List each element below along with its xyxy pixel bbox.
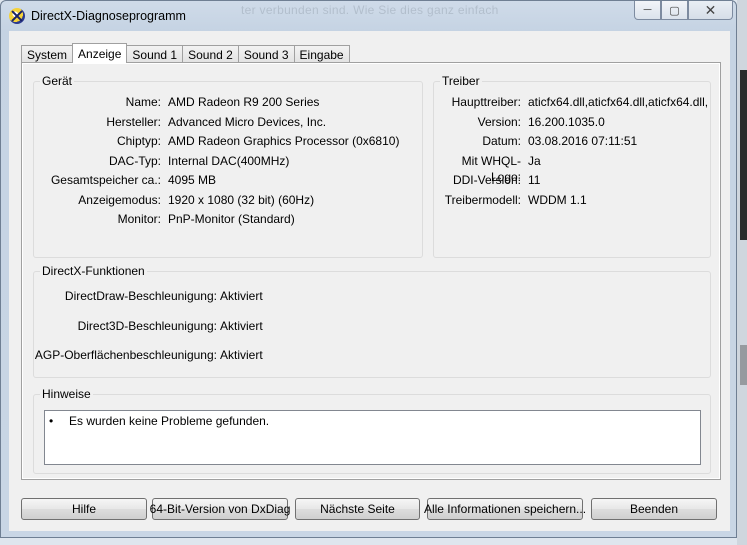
device-label: Name: bbox=[125, 95, 161, 109]
tab-label: Sound 2 bbox=[188, 47, 233, 62]
tab-sound-3[interactable]: Sound 3 bbox=[237, 45, 295, 63]
device-value: Internal DAC(400MHz) bbox=[168, 153, 290, 168]
minimize-icon: ─ bbox=[643, 4, 652, 16]
background-fragment bbox=[740, 345, 747, 385]
notes-group: Hinweise • Es wurden keine Probleme gefu… bbox=[33, 387, 711, 474]
driver-value: 11 bbox=[528, 173, 541, 187]
exit-button[interactable]: Beenden bbox=[591, 498, 717, 520]
feature-value: Aktiviert bbox=[220, 319, 263, 333]
device-row-display-mode: Anzeigemodus: 1920 x 1080 (32 bit) (60Hz… bbox=[34, 192, 422, 208]
directx-icon bbox=[9, 8, 25, 24]
driver-value: WDDM 1.1 bbox=[528, 192, 587, 207]
feature-label: DirectDraw-Beschleunigung: bbox=[64, 289, 217, 303]
device-label: Gesamtspeicher ca.: bbox=[50, 173, 161, 187]
driver-value: aticfx64.dll,aticfx64.dll,aticfx64.dll,a bbox=[528, 95, 708, 109]
driver-label: DDI-Version: bbox=[452, 173, 521, 187]
driver-label: Datum: bbox=[482, 134, 521, 148]
device-label: Monitor: bbox=[117, 212, 161, 226]
tab-strip: System Anzeige Sound 1 Sound 2 Sound 3 E… bbox=[21, 43, 350, 63]
feature-row-agp: AGP-Oberflächenbeschleunigung: Aktiviert bbox=[34, 347, 710, 363]
directx-features-group: DirectX-Funktionen DirectDraw-Beschleuni… bbox=[33, 264, 711, 378]
device-row-manufacturer: Hersteller: Advanced Micro Devices, Inc. bbox=[34, 114, 422, 130]
device-value: 4095 MB bbox=[168, 173, 217, 187]
background-ghost-text: ter verbunden sind. Wie Sie dies ganz ei… bbox=[241, 3, 499, 17]
tab-sound-1[interactable]: Sound 1 bbox=[126, 45, 184, 63]
window-client-area: System Anzeige Sound 1 Sound 2 Sound 3 E… bbox=[9, 31, 730, 531]
driver-row-version: Version: 16.200.1035.0 bbox=[434, 114, 710, 130]
background-window-strip bbox=[737, 0, 747, 545]
feature-label: Direct3D-Beschleunigung: bbox=[77, 319, 217, 333]
driver-row-whql: Mit WHQL-Logo: Ja bbox=[434, 153, 710, 184]
device-value: Advanced Micro Devices, Inc. bbox=[168, 114, 327, 129]
device-row-chip-type: Chiptyp: AMD Radeon Graphics Processor (… bbox=[34, 133, 422, 149]
save-all-info-button[interactable]: Alle Informationen speichern... bbox=[424, 498, 586, 520]
tab-anzeige[interactable]: Anzeige bbox=[72, 43, 128, 63]
tab-label: Anzeige bbox=[78, 46, 122, 61]
device-row-total-memory: Gesamtspeicher ca.: 4095 MB bbox=[34, 172, 422, 188]
device-row-monitor: Monitor: PnP-Monitor (Standard) bbox=[34, 211, 422, 227]
device-group: Gerät Name: AMD Radeon R9 200 Series Her… bbox=[33, 74, 423, 258]
tab-system[interactable]: System bbox=[21, 45, 74, 63]
minimize-button[interactable]: ─ bbox=[634, 1, 661, 20]
driver-value: 03.08.2016 07:11:51 bbox=[528, 134, 638, 148]
tab-label: Eingabe bbox=[299, 47, 344, 62]
feature-label: AGP-Oberflächenbeschleunigung: bbox=[34, 348, 217, 362]
help-button[interactable]: Hilfe bbox=[21, 498, 147, 520]
device-value: AMD Radeon R9 200 Series bbox=[168, 95, 320, 109]
next-page-button[interactable]: Nächste Seite bbox=[295, 498, 420, 520]
feature-value: Aktiviert bbox=[220, 289, 263, 303]
close-button[interactable]: ✕ bbox=[688, 1, 733, 20]
tab-eingabe[interactable]: Eingabe bbox=[293, 45, 350, 63]
driver-row-main-driver: Haupttreiber: aticfx64.dll,aticfx64.dll,… bbox=[434, 94, 710, 110]
device-value: 1920 x 1080 (32 bit) (60Hz) bbox=[168, 192, 315, 207]
driver-value: Ja bbox=[528, 153, 541, 168]
feature-value: Aktiviert bbox=[220, 348, 263, 362]
close-icon: ✕ bbox=[704, 1, 717, 18]
device-label: DAC-Typ: bbox=[108, 153, 161, 168]
dxdiag-window: DirectX-Diagnoseprogramm ter verbunden s… bbox=[0, 0, 737, 538]
bullet: • bbox=[49, 414, 54, 428]
device-label: Hersteller: bbox=[106, 114, 161, 129]
caption-buttons: ─ ▢ ✕ bbox=[634, 1, 733, 21]
device-value: PnP-Monitor (Standard) bbox=[168, 212, 295, 226]
driver-row-driver-model: Treibermodell: WDDM 1.1 bbox=[434, 192, 710, 208]
driver-label: Haupttreiber: bbox=[451, 95, 521, 109]
notes-textbox[interactable]: • Es wurden keine Probleme gefunden. bbox=[44, 410, 701, 465]
driver-group: Treiber Haupttreiber: aticfx64.dll,aticf… bbox=[433, 74, 711, 258]
driver-group-title: Treiber bbox=[440, 74, 482, 88]
feature-row-direct3d: Direct3D-Beschleunigung: Aktiviert bbox=[34, 318, 710, 334]
dxdiag-64bit-button[interactable]: 64-Bit-Version von DxDiag bbox=[150, 498, 290, 520]
tab-panel-anzeige: Gerät Name: AMD Radeon R9 200 Series Her… bbox=[21, 62, 721, 480]
feature-row-directdraw: DirectDraw-Beschleunigung: Aktiviert bbox=[34, 288, 710, 304]
device-row-name: Name: AMD Radeon R9 200 Series bbox=[34, 94, 422, 110]
device-value: AMD Radeon Graphics Processor (0x6810) bbox=[168, 134, 400, 148]
device-group-title: Gerät bbox=[40, 74, 75, 88]
tab-sound-2[interactable]: Sound 2 bbox=[182, 45, 239, 63]
driver-label: Treibermodell: bbox=[444, 192, 521, 207]
tab-label: Sound 3 bbox=[243, 47, 289, 62]
device-label: Anzeigemodus: bbox=[78, 192, 161, 207]
background-fragment bbox=[740, 70, 747, 240]
title-bar[interactable]: DirectX-Diagnoseprogramm ter verbunden s… bbox=[1, 1, 736, 31]
maximize-icon: ▢ bbox=[669, 4, 680, 17]
driver-value: 16.200.1035.0 bbox=[528, 114, 605, 129]
driver-row-date: Datum: 03.08.2016 07:11:51 bbox=[434, 133, 710, 149]
notes-group-title: Hinweise bbox=[40, 387, 93, 401]
tab-label: System bbox=[27, 47, 68, 62]
driver-row-ddi-version: DDI-Version: 11 bbox=[434, 172, 710, 188]
device-row-dac-type: DAC-Typ: Internal DAC(400MHz) bbox=[34, 153, 422, 169]
maximize-button[interactable]: ▢ bbox=[661, 1, 688, 20]
window-title: DirectX-Diagnoseprogramm bbox=[31, 9, 186, 23]
device-label: Chiptyp: bbox=[116, 134, 161, 148]
note-text: Es wurden keine Probleme gefunden. bbox=[69, 414, 270, 428]
driver-label: Version: bbox=[477, 114, 521, 129]
features-group-title: DirectX-Funktionen bbox=[40, 264, 147, 278]
tab-label: Sound 1 bbox=[132, 47, 178, 62]
